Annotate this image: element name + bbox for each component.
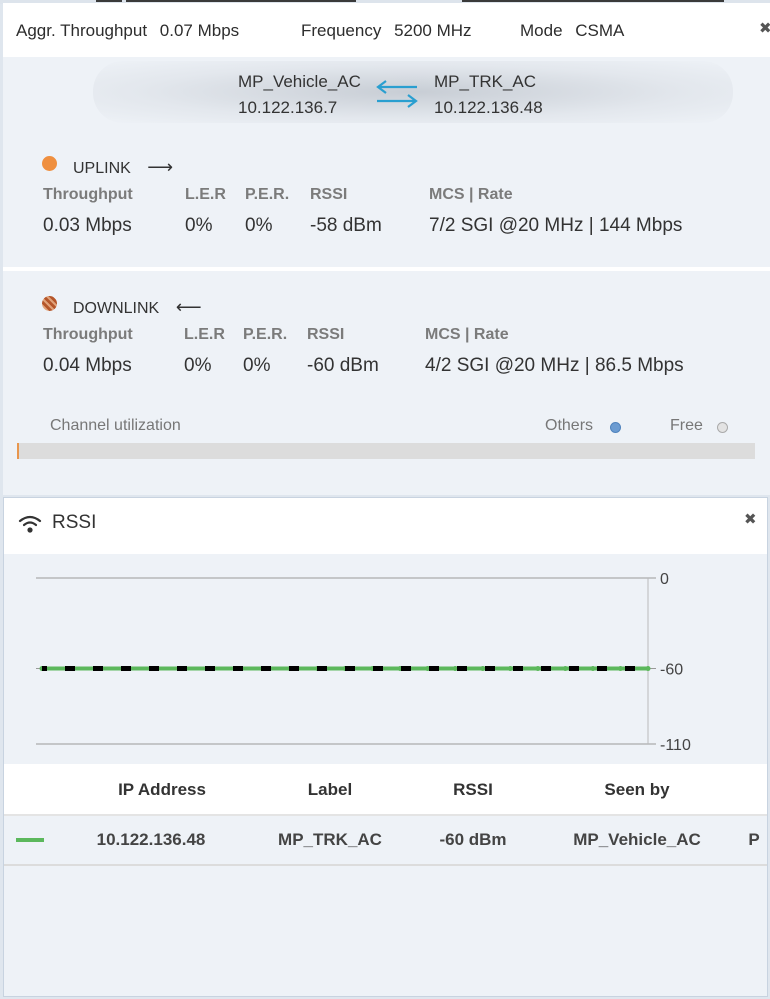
uplink-col-mcs: MCS | Rate	[429, 186, 513, 203]
destination-node-ip: 10.122.136.48	[434, 98, 543, 117]
col-ip-address[interactable]: IP Address	[118, 780, 206, 800]
data-point	[507, 666, 513, 672]
link-area: MP_Vehicle_AC 10.122.136.7 MP_TRK_AC 10.…	[3, 57, 770, 267]
uplink-throughput: 0.03 Mbps	[43, 215, 132, 236]
uplink-col-per: P.E.R.	[245, 186, 290, 203]
data-point	[452, 666, 458, 672]
downlink-mcs-rate: 4/2 SGI @20 MHz | 86.5 Mbps	[425, 355, 684, 376]
source-node-name: MP_Vehicle_AC	[238, 72, 361, 91]
aggr-throughput: Aggr. Throughput 0.07 Mbps	[16, 21, 239, 41]
downlink-col-mcs: MCS | Rate	[425, 326, 509, 343]
uplink-mcs-rate: 7/2 SGI @20 MHz | 144 Mbps	[429, 215, 683, 236]
bidirectional-arrow-icon	[376, 80, 418, 108]
row-label: MP_TRK_AC	[278, 830, 382, 849]
frequency-label: Frequency	[301, 21, 382, 40]
rssi-chart: 0 -60 -110	[4, 554, 767, 764]
mode-label: Mode	[520, 21, 563, 40]
data-point	[480, 666, 486, 672]
uplink-title-text: UPLINK	[73, 160, 131, 177]
rssi-panel-header: RSSI ✖	[4, 498, 767, 554]
downlink-ler: 0%	[184, 355, 212, 376]
destination-node: MP_TRK_AC 10.122.136.48	[434, 69, 543, 121]
rssi-panel-title: RSSI	[52, 512, 97, 533]
downlink-title: DOWNLINK ⟵	[73, 297, 202, 318]
y-tick-label: -110	[660, 737, 691, 754]
frequency: Frequency 5200 MHz	[301, 21, 472, 41]
uplink-ler: 0%	[185, 215, 213, 236]
arrow-right-icon: ⟶	[147, 157, 174, 177]
legend-free-dot	[717, 422, 728, 433]
legend-free-label: Free	[670, 417, 703, 434]
downlink-col-throughput: Throughput	[43, 326, 133, 343]
uplink-col-ler: L.E.R	[185, 186, 226, 203]
uplink-col-rssi: RSSI	[310, 186, 348, 203]
strip-segment	[462, 0, 724, 2]
uplink-rssi: -58 dBm	[310, 215, 382, 236]
stats-header: Aggr. Throughput 0.07 Mbps Frequency 520…	[3, 3, 770, 57]
downlink-per: 0%	[243, 355, 271, 376]
close-icon[interactable]: ✖	[744, 512, 757, 527]
legend-others-label: Others	[545, 417, 594, 434]
col-label[interactable]: Label	[308, 780, 352, 800]
close-icon[interactable]: ✖	[759, 21, 770, 36]
row-seen-by: MP_Vehicle_AC	[573, 830, 701, 849]
data-point	[617, 666, 623, 672]
data-point	[562, 666, 568, 672]
data-point	[535, 666, 541, 672]
downlink-color-dot	[42, 296, 57, 311]
link-stats-panel: Aggr. Throughput 0.07 Mbps Frequency 520…	[3, 3, 770, 495]
uplink-per: 0%	[245, 215, 273, 236]
destination-node-name: MP_TRK_AC	[434, 72, 537, 91]
mode: Mode CSMA	[520, 21, 624, 41]
y-tick-label: -60	[660, 662, 683, 679]
downlink-col-ler: L.E.R	[184, 326, 225, 343]
source-node-ip: 10.122.136.7	[238, 98, 338, 117]
rssi-panel: RSSI ✖ 0 -60 -110 IP Address Label RSSI Se…	[3, 497, 768, 997]
arrow-left-icon: ⟵	[175, 297, 202, 317]
aggr-throughput-value: 0.07 Mbps	[159, 21, 240, 40]
frequency-value: 5200 MHz	[394, 21, 472, 40]
col-rssi[interactable]: RSSI	[453, 780, 493, 800]
y-tick-label: 0	[660, 571, 669, 588]
strip-segment	[96, 0, 122, 2]
channel-utilization-bar	[17, 443, 755, 459]
table-row[interactable]: 10.122.136.48 MP_TRK_AC -60 dBm MP_Vehic…	[4, 816, 767, 866]
row-ip: 10.122.136.48	[96, 830, 206, 849]
channel-utilization-label: Channel utilization	[50, 417, 181, 434]
uplink-title: UPLINK ⟶	[73, 157, 173, 178]
data-point	[590, 666, 596, 672]
downlink-col-per: P.E.R.	[243, 326, 288, 343]
downlink-rssi: -60 dBm	[307, 355, 379, 376]
rssi-chart-svg: 0 -60 -110	[36, 571, 691, 754]
strip-segment	[126, 0, 356, 2]
row-rssi: -60 dBm	[439, 830, 507, 849]
downlink-throughput: 0.04 Mbps	[43, 355, 132, 376]
row-extra: P	[748, 830, 760, 849]
channel-utilization-used	[17, 443, 20, 459]
mode-value: CSMA	[575, 21, 625, 40]
uplink-col-throughput: Throughput	[43, 186, 133, 203]
uplink-color-dot	[42, 156, 57, 171]
downlink-title-text: DOWNLINK	[73, 300, 160, 317]
aggr-throughput-label: Aggr. Throughput	[16, 21, 148, 40]
series-color-swatch	[16, 838, 44, 842]
source-node: MP_Vehicle_AC 10.122.136.7	[238, 69, 361, 121]
section-divider	[3, 267, 770, 271]
downlink-col-rssi: RSSI	[307, 326, 345, 343]
data-point	[645, 666, 651, 672]
legend-others-dot	[610, 422, 621, 433]
wifi-icon	[18, 515, 42, 533]
col-seen-by[interactable]: Seen by	[604, 780, 669, 800]
table-header: IP Address Label RSSI Seen by	[4, 764, 767, 816]
